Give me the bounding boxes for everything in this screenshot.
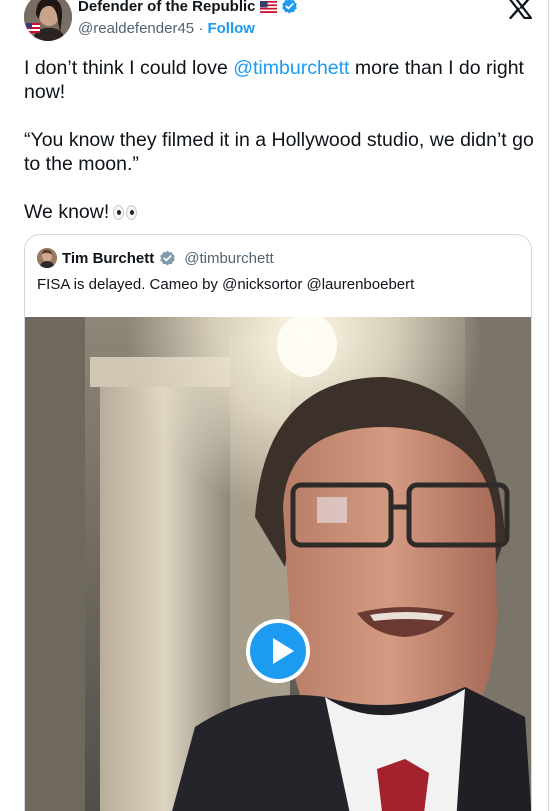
handle-separator: · — [198, 20, 204, 37]
video-player[interactable] — [25, 317, 531, 811]
quoted-tweet-header: Tim Burchett @timburchett — [37, 248, 274, 268]
tweet-text-part: I don’t think I could love — [24, 57, 234, 79]
author-handle-row: @realdefender45 · Follow — [78, 20, 255, 37]
tweet-card: Defender of the Republic @realdefender45… — [0, 0, 549, 811]
tweet-paragraph-2: “You know they filmed it in a Hollywood … — [24, 129, 534, 175]
follow-button[interactable]: Follow — [207, 20, 255, 37]
author-name-row: Defender of the Republic — [78, 0, 298, 15]
author-avatar[interactable] — [24, 0, 72, 41]
quoted-tweet[interactable]: Tim Burchett @timburchett FISA is delaye… — [24, 234, 532, 811]
author-display-name[interactable]: Defender of the Republic — [78, 0, 256, 15]
eyes-emoji-icon — [113, 205, 138, 220]
tweet-header: Defender of the Republic @realdefender45… — [24, 0, 534, 46]
quoted-tweet-text: FISA is delayed. Cameo by @nicksortor @l… — [37, 276, 415, 293]
x-logo-icon[interactable] — [508, 0, 532, 19]
tweet-text-part: We know! — [24, 201, 110, 223]
author-avatar-image — [24, 0, 72, 41]
gray-verified-badge-icon — [160, 250, 176, 265]
quoted-author-name: Tim Burchett — [62, 249, 155, 267]
us-flag-icon — [259, 0, 277, 13]
quoted-author-handle: @timburchett — [184, 249, 274, 267]
mention-link[interactable]: @timburchett — [233, 57, 349, 79]
play-button[interactable] — [246, 619, 310, 683]
quoted-author-avatar — [37, 248, 57, 268]
video-thumbnail — [25, 317, 531, 811]
tweet-paragraph-3: We know! — [24, 200, 534, 224]
tweet-paragraph-1: I don’t think I could love @timburchett … — [24, 56, 534, 104]
verified-badge-icon — [281, 0, 297, 14]
author-handle[interactable]: @realdefender45 — [78, 20, 194, 37]
